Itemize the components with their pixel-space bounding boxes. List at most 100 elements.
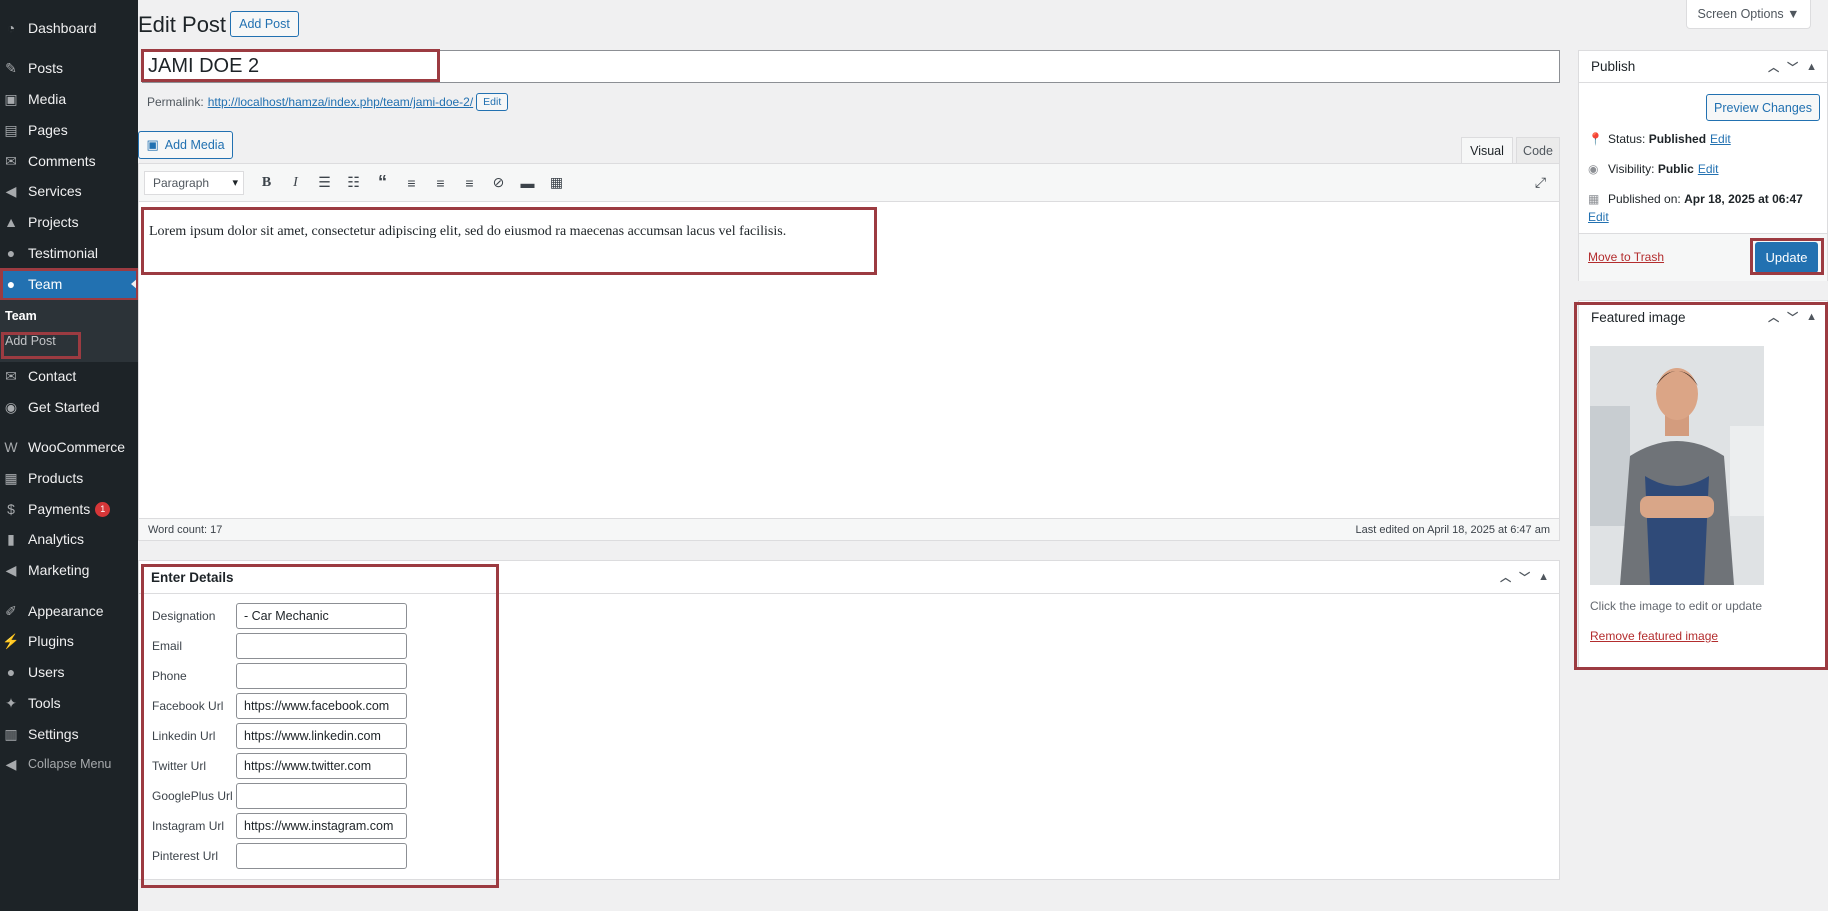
visibility-edit-link[interactable]: Edit <box>1698 162 1719 176</box>
menu-label: Projects <box>28 214 79 230</box>
pinterest-url-input[interactable] <box>236 843 407 869</box>
menu-settings[interactable]: ▥ Settings <box>0 719 138 749</box>
visibility-row: ◉ Visibility: Public Edit <box>1588 162 1719 176</box>
media-icon: ▣ <box>146 137 159 152</box>
googleplus-url-input[interactable] <box>236 783 407 809</box>
published-edit-link[interactable]: Edit <box>1588 210 1609 224</box>
numbered-list-icon[interactable]: ☷ <box>339 170 368 196</box>
chevron-up-icon[interactable]: ︿ <box>1768 59 1779 75</box>
editor-content[interactable]: Lorem ipsum dolor sit amet, consectetur … <box>139 202 1559 262</box>
collapse-menu-button[interactable]: ◀ Collapse Menu <box>0 749 138 779</box>
pages-icon: ▤ <box>4 121 18 138</box>
field-label: Phone <box>152 669 187 683</box>
link-icon[interactable]: ⊘ <box>484 170 513 196</box>
bullet-list-icon[interactable]: ☰ <box>310 170 339 196</box>
menu-users[interactable]: ● Users <box>0 657 138 687</box>
update-button[interactable]: Update <box>1755 242 1818 273</box>
menu-projects[interactable]: ▲ Projects <box>0 207 138 237</box>
menu-label: Contact <box>28 368 77 384</box>
field-twitter: Twitter Url https://www.twitter.com <box>152 753 407 779</box>
menu-label: Collapse Menu <box>28 757 112 771</box>
toggle-panel-icon[interactable]: ▲ <box>1538 571 1549 583</box>
facebook-url-input[interactable]: https://www.facebook.com <box>236 693 407 719</box>
menu-plugins[interactable]: ⚡ Plugins <box>0 626 138 656</box>
chevron-down-icon[interactable]: ﹀ <box>1787 59 1798 75</box>
menu-posts[interactable]: ✎ Posts <box>0 53 138 83</box>
menu-label: Posts <box>28 60 64 76</box>
publish-title: Publish <box>1591 59 1636 74</box>
menu-media[interactable]: ▣ Media <box>0 84 138 114</box>
chevron-down-icon[interactable]: ﹀ <box>1519 569 1530 585</box>
toggle-panel-icon[interactable]: ▲ <box>1806 311 1817 323</box>
align-center-icon[interactable]: ≡ <box>426 170 455 196</box>
menu-dashboard[interactable]: ◔ Dashboard <box>0 13 138 43</box>
menu-pages[interactable]: ▤ Pages <box>0 115 138 145</box>
designation-input[interactable]: - Car Mechanic <box>236 603 407 629</box>
screen-options-button[interactable]: Screen Options ▼ <box>1686 0 1811 29</box>
dashboard-icon: ◔ <box>6 20 16 36</box>
move-to-trash-link[interactable]: Move to Trash <box>1588 250 1664 264</box>
featured-header: Featured image ︿ ﹀ ▲ <box>1579 301 1827 333</box>
field-designation: Designation - Car Mechanic <box>152 603 407 629</box>
chevron-up-icon[interactable]: ︿ <box>1500 569 1511 585</box>
menu-team[interactable]: ● Team <box>0 269 138 299</box>
menu-label: Plugins <box>28 633 74 649</box>
permalink-label: Permalink: <box>147 95 204 109</box>
permalink-link[interactable]: http://localhost/hamza/index.php/team/ja… <box>208 95 473 109</box>
publish-metabox: Publish ︿ ﹀ ▲ Preview Changes 📍 Status: P… <box>1578 50 1828 281</box>
italic-icon[interactable]: I <box>281 170 310 196</box>
blockquote-icon[interactable]: “ <box>368 170 397 196</box>
status-edit-link[interactable]: Edit <box>1710 132 1731 146</box>
permalink-row: Permalink: http://localhost/hamza/index.… <box>147 93 509 111</box>
menu-services[interactable]: ◀ Services <box>0 176 138 206</box>
menu-woocommerce[interactable]: W WooCommerce <box>0 432 138 462</box>
menu-testimonial[interactable]: ● Testimonial <box>0 238 138 268</box>
tab-visual[interactable]: Visual <box>1461 137 1513 163</box>
tab-code[interactable]: Code <box>1516 137 1560 163</box>
fullscreen-icon[interactable]: ⤢ <box>1526 170 1555 196</box>
menu-products[interactable]: ▦ Products <box>0 463 138 493</box>
read-more-icon[interactable]: ▬ <box>513 170 542 196</box>
chevron-up-icon[interactable]: ︿ <box>1768 309 1779 325</box>
twitter-url-input[interactable]: https://www.twitter.com <box>236 753 407 779</box>
chevron-down-icon[interactable]: ﹀ <box>1787 309 1798 325</box>
featured-image[interactable] <box>1590 346 1764 585</box>
submenu-add-post[interactable]: Add Post <box>5 334 56 348</box>
align-left-icon[interactable]: ≡ <box>397 170 426 196</box>
menu-analytics[interactable]: ▮ Analytics <box>0 524 138 554</box>
calendar-icon: ▦ <box>1588 192 1600 206</box>
add-post-button[interactable]: Add Post <box>230 11 299 37</box>
menu-tools[interactable]: ✦ Tools <box>0 688 138 718</box>
toggle-panel-icon[interactable]: ▲ <box>1806 61 1817 73</box>
align-right-icon[interactable]: ≡ <box>455 170 484 196</box>
linkedin-url-input[interactable]: https://www.linkedin.com <box>236 723 407 749</box>
menu-payments[interactable]: $ Payments 1 <box>0 494 138 524</box>
users-icon: ● <box>6 664 16 680</box>
preview-changes-button[interactable]: Preview Changes <box>1706 94 1820 121</box>
field-label: Email <box>152 639 183 653</box>
phone-input[interactable] <box>236 663 407 689</box>
add-media-button[interactable]: ▣ Add Media <box>138 131 233 159</box>
menu-get-started[interactable]: ◉ Get Started <box>0 392 138 422</box>
menu-contact[interactable]: ✉ Contact <box>0 361 138 391</box>
format-select[interactable]: Paragraph <box>144 170 244 195</box>
permalink-edit-button[interactable]: Edit <box>476 93 509 111</box>
instagram-url-input[interactable]: https://www.instagram.com <box>236 813 407 839</box>
remove-featured-image-link[interactable]: Remove featured image <box>1590 629 1718 643</box>
status-row: 📍 Status: Published Edit <box>1588 132 1731 146</box>
publish-actions: Move to Trash Update <box>1579 233 1827 281</box>
menu-label: Services <box>28 183 82 199</box>
field-label: Instagram Url <box>152 819 225 833</box>
menu-appearance[interactable]: ✐ Appearance <box>0 596 138 626</box>
bold-icon[interactable]: B <box>252 170 281 196</box>
menu-comments[interactable]: ✉ Comments <box>0 146 138 176</box>
field-label: Pinterest Url <box>152 849 219 863</box>
menu-label: Media <box>28 91 67 107</box>
toolbar-toggle-icon[interactable]: ▦ <box>542 170 571 196</box>
email-input[interactable] <box>236 633 407 659</box>
menu-marketing[interactable]: ◀ Marketing <box>0 555 138 585</box>
metabox-controls: ︿ ﹀ ▲ <box>1768 51 1817 82</box>
submenu-team[interactable]: Team <box>5 309 37 323</box>
post-title-input[interactable]: JAMI DOE 2 <box>142 50 1560 83</box>
field-pinterest: Pinterest Url <box>152 843 407 869</box>
